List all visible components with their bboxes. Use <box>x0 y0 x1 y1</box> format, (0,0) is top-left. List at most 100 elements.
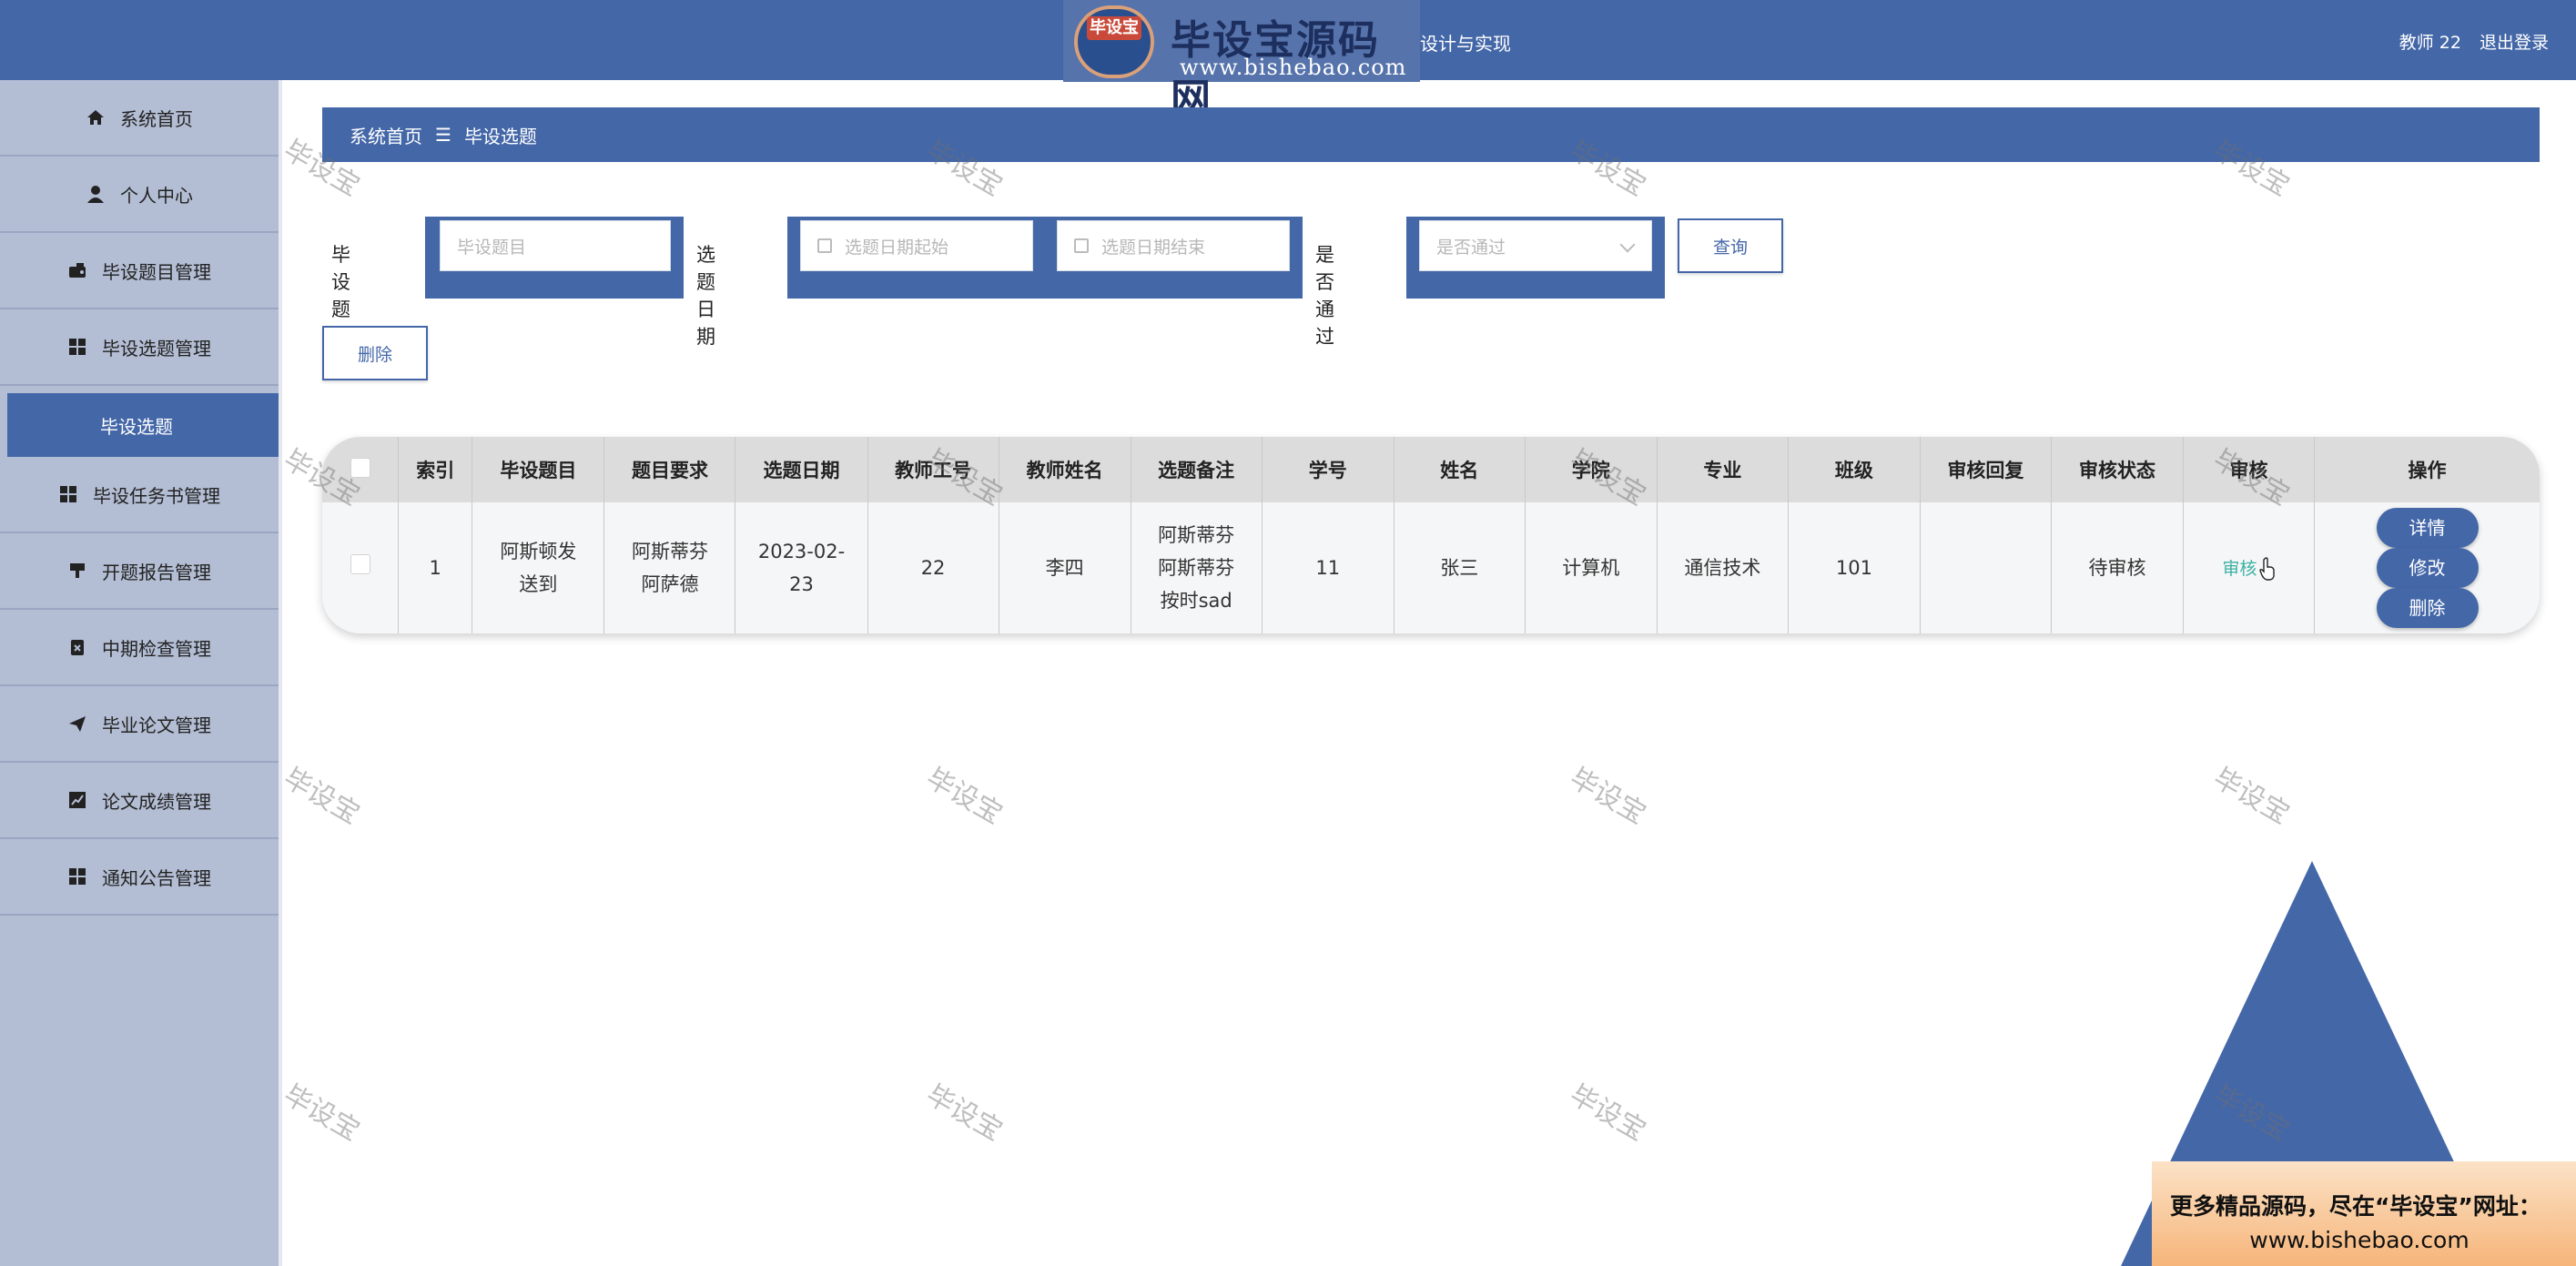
sidebar: 系统首页 个人中心 毕设题目管理 毕设选题管理 毕设选题 毕设任务书管理 开题报… <box>0 80 282 1266</box>
logo-badge: 毕设宝 <box>1087 16 1141 40</box>
cell-major: 通信技术 <box>1657 502 1789 633</box>
cell-line: 送到 <box>519 573 558 595</box>
column-header: 审核 <box>2183 437 2316 502</box>
cell-requirement: 阿斯蒂芬 阿萨德 <box>603 502 736 633</box>
grid-icon <box>67 337 87 357</box>
detail-button[interactable]: 详情 <box>2376 508 2479 548</box>
cell-review-reply <box>1920 502 2052 633</box>
column-header: 选题备注 <box>1131 437 1263 502</box>
breadcrumb-home[interactable]: 系统首页 <box>350 122 422 148</box>
sidebar-item-label: 通知公告管理 <box>102 866 211 889</box>
cell-note: 阿斯蒂芬 阿斯蒂芬 按时sad <box>1131 502 1263 633</box>
cell-line: 阿斯蒂芬 <box>631 541 708 562</box>
current-user: 教师 22 <box>2399 33 2461 53</box>
cell-index: 1 <box>398 502 473 633</box>
cell-line: 阿斯顿发 <box>500 541 577 562</box>
query-button[interactable]: 查询 <box>1678 218 1783 273</box>
sidebar-item-profile[interactable]: 个人中心 <box>0 157 279 233</box>
sidebar-item-label: 中期检查管理 <box>102 637 211 660</box>
sidebar-item-label: 论文成绩管理 <box>102 790 211 813</box>
sidebar-item-label: 毕设选题 <box>100 415 173 438</box>
column-header: 姓名 <box>1394 437 1526 502</box>
logo-mascot-icon: 毕设宝 <box>1074 5 1154 78</box>
sidebar-item-grade-manage[interactable]: 论文成绩管理 <box>0 763 279 839</box>
sidebar-item-notice-manage[interactable]: 通知公告管理 <box>0 839 279 916</box>
passed-select[interactable]: 是否通过 <box>1419 220 1652 271</box>
passed-placeholder: 是否通过 <box>1436 237 1506 258</box>
row-checkbox[interactable] <box>350 554 370 574</box>
cell-line: 按时sad <box>1160 590 1232 612</box>
home-icon <box>86 107 106 127</box>
date-start-input[interactable]: 选题日期起始 <box>800 220 1033 271</box>
sidebar-item-topic-manage[interactable]: 毕设题目管理 <box>0 233 279 309</box>
cell-college: 计算机 <box>1525 502 1658 633</box>
cell-student-name: 张三 <box>1394 502 1526 633</box>
column-header: 教师工号 <box>867 437 999 502</box>
breadcrumb-current: 毕设选题 <box>463 125 537 147</box>
system-title: 设计与实现 <box>1420 33 1511 55</box>
edit-button[interactable]: 修改 <box>2376 548 2479 588</box>
sidebar-item-selection-manage[interactable]: 毕设选题管理 <box>0 309 279 386</box>
grid-icon <box>67 866 87 886</box>
sidebar-item-proposal-manage[interactable]: 开题报告管理 <box>0 533 279 610</box>
stamp-icon <box>67 561 87 581</box>
cell-line: 阿斯蒂芬 <box>1158 557 1235 579</box>
logo-url: www.bishebao.com <box>1180 55 1407 80</box>
table-row: 1 阿斯顿发 送到 阿斯蒂芬 阿萨德 2023-02- 23 22 李四 阿斯蒂芬 阿斯… <box>322 502 2540 633</box>
cell-review-action: 审核 <box>2183 502 2316 633</box>
calendar-icon <box>1074 238 1089 253</box>
sidebar-item-label: 开题报告管理 <box>102 561 211 583</box>
sidebar-item-label: 毕设题目管理 <box>102 260 211 283</box>
wallet-icon <box>67 260 87 280</box>
date-start-placeholder: 选题日期起始 <box>845 237 949 258</box>
breadcrumb: 系统首页 ☰ 毕设选题 <box>322 107 2540 162</box>
row-delete-button[interactable]: 删除 <box>2376 588 2479 628</box>
column-header: 教师姓名 <box>999 437 1131 502</box>
cell-student-no: 11 <box>1262 502 1394 633</box>
date-end-input[interactable]: 选题日期结束 <box>1057 220 1290 271</box>
cell-line: 2023-02- <box>757 541 846 562</box>
column-header: 题目要求 <box>603 437 736 502</box>
cell-teacher-no: 22 <box>867 502 999 633</box>
chart-icon <box>67 790 87 810</box>
cell-line: 23 <box>789 573 814 595</box>
promo-line-2: www.bishebao.com <box>2249 1227 2470 1253</box>
column-header: 学院 <box>1525 437 1658 502</box>
passed-label: 是否通过 <box>1315 244 1334 348</box>
select-all-checkbox[interactable] <box>350 457 370 478</box>
sidebar-item-label: 毕设任务书管理 <box>93 484 220 507</box>
sidebar-item-task-manage[interactable]: 毕设任务书管理 <box>0 457 279 533</box>
column-header: 审核回复 <box>1920 437 2052 502</box>
column-header: 选题日期 <box>735 437 868 502</box>
logout-link[interactable]: 退出登录 <box>2480 33 2549 53</box>
sidebar-item-midterm-manage[interactable]: 中期检查管理 <box>0 610 279 686</box>
user-icon <box>86 184 106 204</box>
cell-topic: 阿斯顿发 送到 <box>472 502 605 633</box>
column-header: 学号 <box>1262 437 1394 502</box>
cell-line: 阿斯蒂芬 <box>1158 524 1235 546</box>
cell-review-status: 待审核 <box>2051 502 2185 633</box>
user-info: 教师 22 退出登录 <box>2387 29 2549 54</box>
topic-field-wrap: 毕设题目 <box>425 217 684 299</box>
cell-class: 101 <box>1788 502 1921 633</box>
cell-date: 2023-02- 23 <box>735 502 868 633</box>
send-icon <box>67 714 87 734</box>
date-field-wrap: 选题日期起始 选题日期结束 <box>787 217 1303 299</box>
sidebar-item-thesis-manage[interactable]: 毕业论文管理 <box>0 686 279 763</box>
column-header: 专业 <box>1657 437 1789 502</box>
review-link[interactable]: 审核 <box>2223 559 2257 579</box>
sidebar-subitem-selection[interactable]: 毕设选题 <box>7 393 279 457</box>
cell-teacher-name: 李四 <box>999 502 1131 633</box>
select-all-cell <box>322 437 400 502</box>
topic-search-input[interactable]: 毕设题目 <box>440 220 671 271</box>
breadcrumb-separator: ☰ <box>435 124 451 146</box>
batch-delete-button[interactable]: 删除 <box>322 326 428 380</box>
sidebar-item-label: 毕设选题管理 <box>102 337 211 360</box>
hand-cursor-icon <box>2258 556 2275 581</box>
date-label: 选题日期 <box>696 244 715 348</box>
cell-operations: 详情修改删除 <box>2315 502 2540 633</box>
column-header: 操作 <box>2408 460 2447 481</box>
date-end-placeholder: 选题日期结束 <box>1101 237 1206 258</box>
sidebar-item-home[interactable]: 系统首页 <box>0 80 279 157</box>
column-header: 索引 <box>398 437 473 502</box>
